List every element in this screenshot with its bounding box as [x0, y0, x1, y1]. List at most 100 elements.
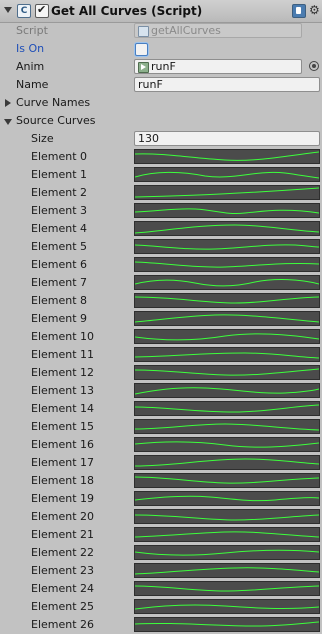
element-row: Element 11 — [0, 346, 322, 364]
element-row: Element 22 — [0, 544, 322, 562]
element-label: Element 13 — [31, 384, 95, 397]
curve-preview — [135, 208, 319, 214]
element-row: Element 13 — [0, 382, 322, 400]
animation-curve-field[interactable] — [134, 185, 320, 200]
element-label: Element 8 — [31, 294, 88, 307]
curve-preview — [135, 314, 319, 323]
element-row: Element 15 — [0, 418, 322, 436]
animation-curve-field[interactable] — [134, 581, 320, 596]
animation-curve-field[interactable] — [134, 599, 320, 614]
animation-curve-field[interactable] — [134, 437, 320, 452]
curve-preview — [135, 151, 319, 161]
script-label: Script — [16, 24, 48, 37]
element-label: Element 24 — [31, 582, 95, 595]
element-label: Element 7 — [31, 276, 88, 289]
curve-preview — [135, 296, 319, 304]
animation-curve-field[interactable] — [134, 257, 320, 272]
animation-curve-field[interactable] — [134, 617, 320, 632]
animation-curve-field[interactable] — [134, 401, 320, 416]
curve-preview — [135, 368, 319, 376]
element-row: Element 23 — [0, 562, 322, 580]
element-label: Element 2 — [31, 186, 88, 199]
name-input[interactable]: runF — [134, 77, 320, 92]
animation-curve-field[interactable] — [134, 491, 320, 506]
animation-curve-field[interactable] — [134, 365, 320, 380]
animation-curve-field[interactable] — [134, 311, 320, 326]
element-row: Element 4 — [0, 220, 322, 238]
animation-curve-field[interactable] — [134, 473, 320, 488]
element-row: Element 21 — [0, 526, 322, 544]
curve-preview — [135, 604, 319, 610]
object-picker-icon[interactable] — [309, 61, 319, 71]
source-curves-label: Source Curves — [16, 114, 96, 127]
component-fold-icon[interactable] — [4, 7, 12, 13]
animation-curve-field[interactable] — [134, 149, 320, 164]
is-on-label: Is On — [16, 42, 45, 55]
animation-curve-field[interactable] — [134, 167, 320, 182]
animation-curve-field[interactable] — [134, 203, 320, 218]
component-header: C Get All Curves (Script) ⚙ — [0, 0, 322, 23]
component-enabled-checkbox[interactable] — [35, 3, 49, 18]
curve-names-foldout[interactable]: Curve Names — [0, 94, 322, 112]
curve-preview — [135, 387, 319, 395]
animation-curve-field[interactable] — [134, 563, 320, 578]
foldout-collapsed-icon[interactable] — [5, 99, 11, 107]
curve-preview — [135, 261, 319, 268]
element-row: Element 0 — [0, 148, 322, 166]
element-row: Element 5 — [0, 238, 322, 256]
size-input[interactable]: 130 — [134, 131, 320, 146]
element-label: Element 26 — [31, 618, 95, 631]
animation-curve-field[interactable] — [134, 329, 320, 344]
element-row: Element 24 — [0, 580, 322, 598]
element-label: Element 5 — [31, 240, 88, 253]
animation-curve-field[interactable] — [134, 545, 320, 560]
element-row: Element 19 — [0, 490, 322, 508]
element-row: Element 9 — [0, 310, 322, 328]
element-label: Element 22 — [31, 546, 95, 559]
gear-icon[interactable]: ⚙ — [309, 3, 320, 17]
foldout-expanded-icon[interactable] — [4, 119, 12, 125]
curve-preview — [135, 441, 319, 448]
element-row: Element 1 — [0, 166, 322, 184]
curve-preview — [135, 458, 319, 467]
element-label: Element 15 — [31, 420, 95, 433]
element-label: Element 0 — [31, 150, 88, 163]
animation-curve-field[interactable] — [134, 221, 320, 236]
element-label: Element 10 — [31, 330, 95, 343]
curve-preview — [135, 514, 319, 521]
curve-preview — [135, 352, 319, 359]
curve-names-label: Curve Names — [16, 96, 91, 109]
animation-curve-field[interactable] — [134, 293, 320, 308]
animation-curve-field[interactable] — [134, 239, 320, 254]
element-label: Element 12 — [31, 366, 95, 379]
animation-curve-field[interactable] — [134, 419, 320, 434]
element-row: Element 10 — [0, 328, 322, 346]
element-label: Element 21 — [31, 528, 95, 541]
is-on-checkbox[interactable] — [135, 43, 148, 56]
element-row: Element 12 — [0, 364, 322, 382]
animation-curve-field[interactable] — [134, 455, 320, 470]
element-row: Element 8 — [0, 292, 322, 310]
source-curves-foldout[interactable]: Source Curves — [0, 112, 322, 130]
animation-curve-field[interactable] — [134, 509, 320, 524]
element-row: Element 16 — [0, 436, 322, 454]
curve-preview — [135, 244, 319, 250]
anim-value: runF — [151, 60, 176, 73]
animation-curve-field[interactable] — [134, 275, 320, 290]
element-label: Element 20 — [31, 510, 95, 523]
element-label: Element 9 — [31, 312, 88, 325]
help-book-icon[interactable] — [292, 4, 306, 18]
animation-curve-field[interactable] — [134, 347, 320, 362]
anim-field[interactable]: runF — [134, 59, 302, 74]
name-row: Name runF — [0, 76, 322, 94]
element-label: Element 11 — [31, 348, 95, 361]
is-on-row: Is On — [0, 40, 322, 58]
animation-curve-field[interactable] — [134, 527, 320, 542]
element-row: Element 25 — [0, 598, 322, 616]
element-label: Element 6 — [31, 258, 88, 271]
curve-preview — [135, 423, 319, 431]
animation-curve-field[interactable] — [134, 383, 320, 398]
element-row: Element 18 — [0, 472, 322, 490]
element-row: Element 3 — [0, 202, 322, 220]
curve-preview — [135, 585, 319, 592]
